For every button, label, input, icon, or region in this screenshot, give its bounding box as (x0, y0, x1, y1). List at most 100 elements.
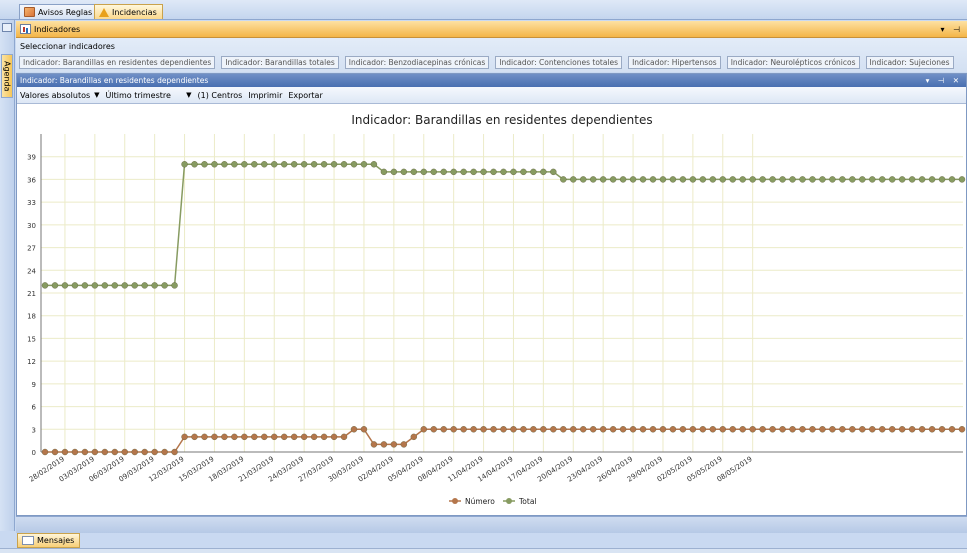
y-tick-label: 39 (27, 154, 36, 162)
tab-incidencias[interactable]: Incidencias (94, 4, 163, 19)
data-point (540, 426, 547, 433)
data-point (290, 161, 298, 168)
data-point (251, 161, 258, 168)
data-point (938, 426, 946, 433)
data-point (590, 426, 597, 433)
data-point (958, 176, 966, 183)
data-point (450, 168, 457, 176)
data-point (241, 161, 248, 168)
y-tick-label: 12 (27, 358, 36, 366)
status-bar (0, 548, 967, 553)
indicator-chip[interactable]: Indicador: Neurolépticos crónicos (726, 56, 860, 69)
data-point (530, 426, 537, 433)
data-point (699, 426, 707, 433)
data-point (898, 176, 906, 183)
data-point (51, 448, 59, 456)
left-dock-strip: Agenda (0, 20, 15, 531)
data-point (510, 168, 517, 176)
data-point (759, 426, 766, 433)
data-point (679, 176, 687, 183)
data-point (71, 448, 79, 456)
indicator-chip[interactable]: Indicador: Benzodiacepinas crónicas (344, 56, 490, 69)
export-button[interactable]: Exportar (288, 91, 322, 100)
top-tab-bar: Avisos Reglas Incidencias (0, 0, 967, 20)
data-point (849, 426, 856, 433)
print-button[interactable]: Imprimir (248, 91, 282, 100)
data-point (879, 176, 886, 183)
indicators-title: Indicadores (34, 24, 81, 34)
data-point (879, 426, 886, 433)
data-point (141, 282, 148, 289)
values-select[interactable]: Valores absolutos ▼ (20, 91, 100, 100)
indicator-chip[interactable]: Indicador: Sujeciones (865, 56, 954, 69)
window-controls[interactable]: ▾ ⊣ ✕ (926, 76, 962, 85)
data-point (290, 433, 298, 441)
agenda-tab[interactable]: Agenda (1, 54, 13, 98)
data-point (570, 426, 577, 433)
tab-label: Incidencias (112, 7, 157, 17)
tab-mensajes[interactable]: Mensajes (17, 533, 81, 548)
period-select-label: Último trimestre (105, 90, 171, 100)
chart-window-header: Indicador: Barandillas en residentes dep… (17, 74, 966, 87)
data-point (231, 161, 238, 168)
data-point (799, 426, 806, 433)
indicator-chip[interactable]: Indicador: Hipertensos (628, 56, 721, 69)
indicator-chip[interactable]: Indicador: Barandillas en residentes dep… (19, 56, 216, 69)
data-point (599, 426, 607, 433)
data-point (131, 282, 138, 289)
data-point (520, 426, 527, 433)
data-point (590, 176, 597, 183)
data-point (809, 426, 816, 433)
data-point (550, 426, 557, 433)
data-point (360, 161, 368, 168)
data-point (908, 176, 916, 183)
data-point (719, 426, 726, 433)
data-point (340, 433, 348, 441)
chart-icon (20, 24, 31, 34)
period-select[interactable]: Último trimestre ▼ (106, 91, 192, 100)
values-select-label: Valores absolutos (20, 90, 91, 100)
data-point (380, 168, 388, 176)
data-point (251, 433, 258, 441)
chevron-down-icon: ▼ (94, 91, 100, 99)
y-tick-label: 18 (27, 313, 36, 321)
data-point (918, 176, 926, 183)
grid-icon[interactable] (2, 23, 12, 32)
data-point (470, 168, 477, 176)
data-point (171, 282, 178, 289)
data-point (111, 282, 118, 289)
indicator-chip[interactable]: Indicador: Contenciones totales (495, 56, 623, 69)
data-point (410, 168, 417, 176)
centers-button[interactable]: (1) Centros (198, 91, 243, 100)
data-point (869, 426, 876, 433)
data-point (360, 426, 368, 433)
data-point (779, 426, 786, 433)
data-point (699, 176, 707, 183)
data-point (241, 433, 248, 441)
data-point (570, 176, 577, 183)
data-point (71, 282, 79, 289)
data-point (619, 176, 627, 183)
panel-controls[interactable]: ▾ ⊣ (940, 25, 963, 34)
data-point (231, 433, 238, 441)
data-point (928, 426, 936, 433)
indicator-chip[interactable]: Indicador: Barandillas totales (221, 56, 339, 69)
data-point (300, 161, 308, 168)
data-point (370, 161, 378, 168)
data-point (749, 426, 756, 433)
data-point (181, 161, 188, 168)
data-point (221, 161, 228, 168)
data-point (809, 176, 816, 183)
data-point (609, 176, 617, 183)
data-point (271, 161, 278, 168)
data-point (480, 168, 487, 176)
data-point (908, 426, 916, 433)
data-point (779, 176, 786, 183)
data-point (769, 176, 776, 183)
data-point (560, 176, 567, 183)
data-point (330, 161, 338, 168)
y-tick-label: 15 (27, 335, 36, 343)
data-point (460, 168, 467, 176)
data-point (350, 426, 358, 433)
tab-avisos-reglas[interactable]: Avisos Reglas (19, 4, 99, 19)
